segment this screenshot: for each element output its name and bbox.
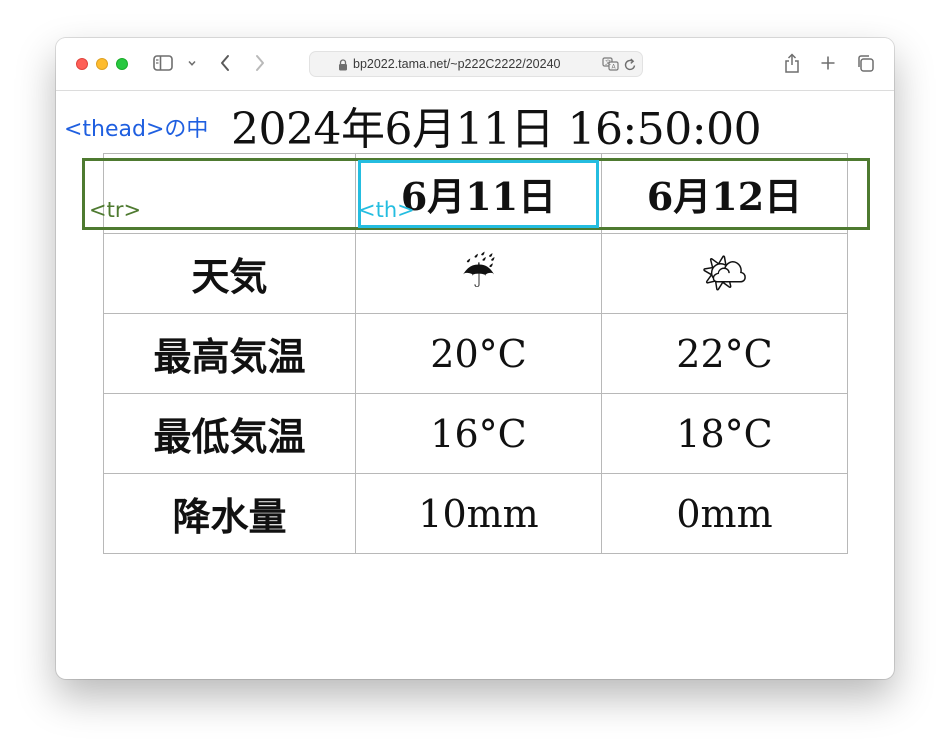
row-label: 天気 (103, 233, 356, 314)
chevron-down-icon[interactable] (187, 60, 197, 67)
umbrella-rain-icon: ☔ (355, 233, 602, 314)
address-bar[interactable]: bp2022.tama.net/~p222C2222/20240 文 A (309, 51, 643, 77)
row-label: 最低気温 (103, 393, 356, 474)
weather-table: 6月11日 6月12日 天気 ☔ 🌤 最高気温 20°C 22°C 最低気温 1… (103, 153, 848, 554)
sidebar-icon[interactable] (153, 55, 173, 71)
sun-behind-cloud-icon: 🌤 (601, 233, 848, 314)
lock-icon (339, 59, 347, 71)
header-date-2: 6月12日 (601, 153, 848, 234)
th-annotation: <th> (358, 198, 415, 222)
svg-text:文: 文 (605, 59, 611, 67)
table-row: 最高気温 20°C 22°C (103, 313, 848, 394)
url-text: bp2022.tama.net/~p222C2222/20240 (353, 57, 561, 71)
table-header-row: 6月11日 6月12日 (103, 153, 848, 234)
row-label: 最高気温 (103, 313, 356, 394)
close-window-button[interactable] (76, 58, 88, 70)
back-icon[interactable] (219, 54, 231, 72)
share-icon[interactable] (783, 52, 801, 74)
thead-annotation: <thead>の中 (64, 117, 209, 142)
table-row: 降水量 10mm 0mm (103, 473, 848, 554)
header-empty-cell (103, 153, 356, 234)
table-cell: 20°C (355, 313, 602, 394)
table-row: 天気 ☔ 🌤 (103, 233, 848, 314)
table-cell: 22°C (601, 313, 848, 394)
tabs-overview-icon[interactable] (856, 54, 876, 73)
table-cell: 10mm (355, 473, 602, 554)
translate-icon[interactable]: 文 A (602, 57, 620, 71)
reload-icon[interactable] (624, 58, 637, 72)
tr-annotation: <tr> (89, 198, 142, 222)
table-cell: 16°C (355, 393, 602, 474)
page-content: <thead>の中 2024年6月11日 16:50:00 6月11日 6月12… (56, 91, 894, 679)
zoom-window-button[interactable] (116, 58, 128, 70)
browser-toolbar: bp2022.tama.net/~p222C2222/20240 文 A (56, 38, 894, 91)
page-datetime: 2024年6月11日 16:50:00 (231, 104, 762, 155)
table-row: 最低気温 16°C 18°C (103, 393, 848, 474)
table-cell: 0mm (601, 473, 848, 554)
table-cell: 18°C (601, 393, 848, 474)
new-tab-icon[interactable] (820, 55, 836, 71)
forward-icon[interactable] (254, 54, 266, 72)
browser-window: bp2022.tama.net/~p222C2222/20240 文 A <th… (56, 38, 894, 679)
minimize-window-button[interactable] (96, 58, 108, 70)
row-label: 降水量 (103, 473, 356, 554)
